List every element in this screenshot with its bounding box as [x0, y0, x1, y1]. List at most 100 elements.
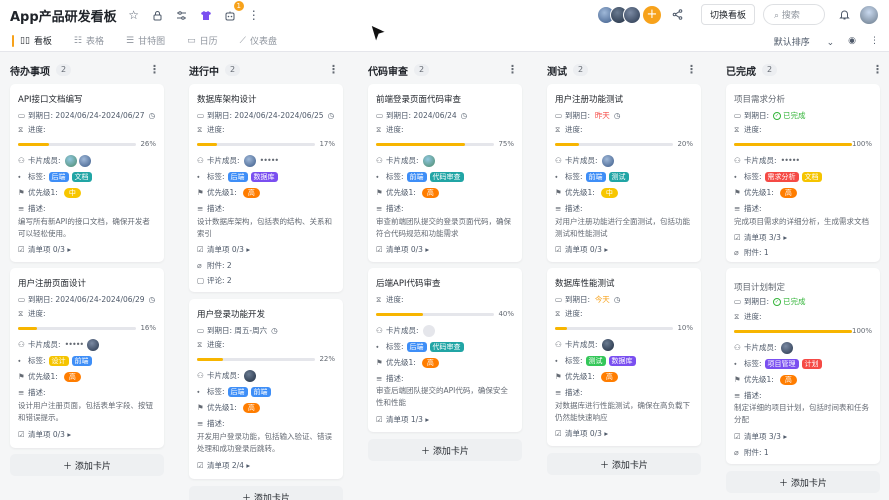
description-icon: ≡ [18, 388, 25, 397]
kanban-icon: ▯▯ [20, 35, 30, 46]
add-member-icon[interactable]: + [642, 5, 661, 24]
tab-dashboard[interactable]: ⟋ 仪表盘 [240, 30, 277, 52]
tag: 代码审查 [429, 171, 464, 182]
progress-bar [555, 143, 673, 146]
tag-icon: ⬩ [555, 171, 558, 181]
progress-bar [555, 327, 673, 330]
card[interactable]: 用户注册页面设计 ▭ 到期日: 2024/06/24-2024/06/29 ◷ ⧖ 进… [10, 268, 164, 448]
more-vertical-icon[interactable]: ⋮ [507, 63, 518, 76]
progress-bar [18, 327, 136, 330]
more-vertical-icon[interactable]: ⋮ [686, 63, 697, 76]
card[interactable]: 用户登录功能开发 ▭ 到期日: 周五-周六 ◷ ⧖ 进度: 22% ⚇ 卡片成员: ⬩ 标… [189, 299, 343, 479]
card[interactable]: 项目计划制定 ▭ 到期日: ✓ 已完成 ⧖ 进度: 100% ⚇ 卡片成员: ⬩ 标签: 项目… [726, 268, 880, 464]
add-card-button[interactable]: ＋ 添加卡片 [189, 486, 343, 500]
card-title: 用户注册页面设计 [18, 279, 87, 289]
add-card-button[interactable]: ＋ 添加卡片 [368, 439, 522, 461]
column-header: 测试 2 ⋮ [547, 63, 697, 78]
flag-icon: ⚑ [376, 188, 383, 197]
avatar[interactable] [601, 338, 614, 351]
avatar[interactable] [64, 154, 77, 167]
notification-badge: 1 [233, 1, 244, 11]
add-card-button[interactable]: ＋ 添加卡片 [726, 471, 880, 493]
view-controls: 默认排序 ⌄ ◉ ⋮ [746, 30, 879, 52]
share-icon[interactable] [669, 6, 687, 24]
add-card-button[interactable]: ＋ 添加卡片 [547, 453, 701, 475]
tab-calendar[interactable]: ▭ 日历 [187, 30, 218, 52]
more-vertical-icon[interactable]: ⋮ [149, 63, 160, 76]
calendar-icon: ▭ [187, 35, 196, 46]
priority-badge: 中 [600, 187, 618, 198]
clock-icon: ◷ [613, 295, 621, 304]
card[interactable]: 数据库架构设计 ▭ 到期日: 2024/06/24-2024/06/25 ◷ ⧖ 进度… [189, 84, 343, 292]
avatar[interactable] [243, 369, 256, 382]
checklist-icon: ☑ [376, 245, 383, 254]
attachment-icon: ⌀ [734, 448, 739, 457]
checklist-icon: ☑ [555, 429, 562, 438]
tag: 后端 [406, 341, 427, 352]
checklist-icon: ☑ [197, 461, 204, 470]
comment-icon: ▢ [197, 276, 205, 285]
flag-icon: ⚑ [197, 403, 204, 412]
description-icon: ≡ [734, 391, 741, 400]
priority-badge: 高 [242, 187, 260, 198]
column-header: 进行中 2 ⋮ [189, 63, 339, 78]
tab-table[interactable]: ☷ 表格 [74, 30, 104, 52]
avatar[interactable] [78, 154, 91, 167]
checklist-icon: ☑ [555, 245, 562, 254]
robot-icon[interactable]: 1 [221, 1, 244, 24]
lock-icon[interactable] [149, 6, 167, 24]
clock-icon: ◷ [460, 111, 468, 120]
user-icon: ⚇ [197, 371, 204, 380]
flag-icon: ⚑ [18, 372, 25, 381]
switch-board-button[interactable]: 切换看板 [700, 4, 755, 25]
avatar[interactable] [422, 324, 435, 337]
star-icon[interactable]: ☆ [125, 6, 143, 24]
more-vertical-icon[interactable]: ⋮ [872, 63, 883, 76]
avatar[interactable] [422, 154, 435, 167]
search-input[interactable]: ⌕ 搜索 [763, 4, 825, 25]
calendar-icon: ▭ [18, 295, 26, 304]
checklist-icon: ☑ [18, 430, 25, 439]
more-vertical-icon[interactable]: ⋮ [870, 36, 879, 46]
tag: 项目管理 [764, 358, 799, 369]
progress-bar [376, 143, 494, 146]
tag: 文档 [801, 171, 822, 182]
card-description: 设计用户注册页面，包括表单字段、按钮和错误提示。 [18, 401, 153, 422]
card-description: 编写所有新API的接口文档，确保开发者可以轻松使用。 [18, 217, 150, 238]
column-header: 待办事项 2 ⋮ [10, 63, 160, 78]
card[interactable]: 前端登录页面代码审查 ▭ 到期日: 2024/06/24 ◷ ⧖ 进度: 75% ⚇ 卡… [368, 84, 522, 262]
card[interactable]: 用户注册功能测试 ▭ 到期日: 昨天 ◷ ⧖ 进度: 20% ⚇ 卡片成员: ⬩ 标签: 前… [547, 84, 701, 262]
bell-icon[interactable] [835, 6, 853, 24]
flag-icon: ⚑ [555, 188, 562, 197]
card[interactable]: 后端API代码审查 ⧖ 进度: 40% ⚇ 卡片成员: ⬩ 标签: 后端 代码审查 ⚑ 优先… [368, 268, 522, 432]
avatar[interactable] [87, 338, 100, 351]
table-icon: ☷ [73, 35, 82, 46]
add-card-button[interactable]: ＋ 添加卡片 [10, 454, 164, 476]
tab-kanban[interactable]: ▯▯ 看板 [20, 30, 52, 52]
top-bar: App产品研发看板 ☆ 1 ⋮ + 切换看板 ⌕ 搜索 [0, 0, 889, 30]
more-vertical-icon[interactable]: ⋮ [328, 63, 339, 76]
clock-icon: ◷ [613, 111, 621, 120]
sort-dropdown[interactable]: 默认排序 ⌄ [760, 35, 834, 48]
settings-sliders-icon[interactable] [173, 6, 191, 24]
avatar[interactable] [243, 154, 256, 167]
column-count: 2 [225, 64, 241, 76]
card[interactable]: 数据库性能测试 ▭ 到期日: 今天 ◷ ⧖ 进度: 10% ⚇ 卡片成员: ⬩ 标签: 测试… [547, 268, 701, 446]
card[interactable]: 项目需求分析 ▭ 到期日: ✓ 已完成 ⧖ 进度: 100% ⚇ 卡片成员: ••••• ⬩… [726, 84, 880, 262]
card[interactable]: API接口文档编写 ▭ 到期日: 2024/06/24-2024/06/27 ◷ ⧖… [10, 84, 164, 262]
more-vertical-icon[interactable]: ⋮ [245, 6, 263, 24]
shirt-icon[interactable] [197, 6, 215, 24]
description-icon: ≡ [376, 204, 383, 213]
card-title: 数据库性能测试 [555, 279, 615, 289]
avatar[interactable] [780, 341, 793, 354]
description-icon: ≡ [376, 374, 383, 383]
user-avatar[interactable] [859, 4, 879, 25]
flag-icon: ⚑ [734, 188, 741, 197]
eye-icon[interactable]: ◉ [848, 36, 856, 46]
avatar[interactable] [622, 5, 641, 24]
user-icon: ⚇ [734, 156, 741, 165]
description-icon: ≡ [555, 204, 562, 213]
tab-gantt[interactable]: ☰ 甘特图 [126, 30, 165, 52]
clock-icon: ◷ [148, 111, 156, 120]
avatar[interactable] [601, 154, 614, 167]
